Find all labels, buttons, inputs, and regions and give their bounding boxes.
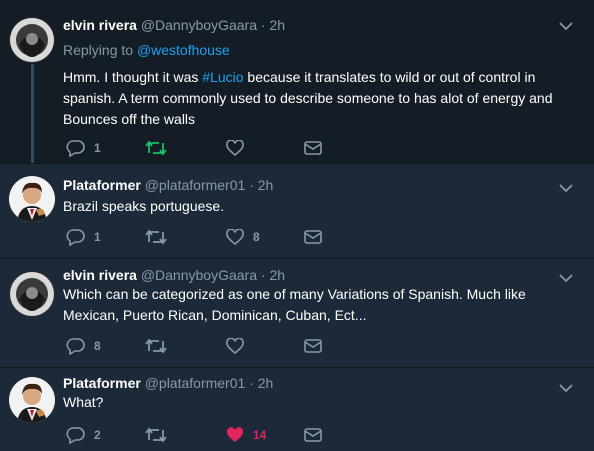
- like-icon: [226, 337, 244, 354]
- reply-button[interactable]: 8: [66, 336, 101, 356]
- like-button[interactable]: 14: [226, 425, 266, 445]
- timestamp[interactable]: 2h: [258, 177, 274, 193]
- message-button[interactable]: [304, 336, 322, 356]
- like-button[interactable]: [226, 336, 253, 356]
- separator: ·: [249, 177, 254, 193]
- tweet-header: Plataformer @plataformer01 · 2h: [63, 176, 273, 194]
- tweet-3[interactable]: elvin rivera @DannyboyGaara · 2h Which c…: [0, 259, 594, 367]
- reply-icon: [66, 427, 85, 444]
- retweet-icon: [145, 338, 167, 354]
- like-icon: [226, 426, 244, 442]
- author-handle[interactable]: @DannyboyGaara: [141, 17, 257, 33]
- avatar[interactable]: [9, 176, 55, 222]
- tweet-header: Plataformer @plataformer01 · 2h: [63, 374, 273, 392]
- reply-icon: [66, 140, 85, 157]
- tweet-actions: 1: [63, 138, 343, 158]
- timestamp[interactable]: 2h: [258, 375, 274, 391]
- thread-line: [31, 64, 34, 163]
- like-button[interactable]: 8: [226, 227, 260, 247]
- avatar[interactable]: [9, 377, 55, 423]
- retweet-button[interactable]: [145, 425, 176, 445]
- timestamp[interactable]: 2h: [269, 267, 285, 283]
- reply-count: 8: [94, 339, 101, 353]
- tweet-2[interactable]: Plataformer @plataformer01 · 2h Brazil s…: [0, 164, 594, 258]
- message-icon: [304, 339, 322, 353]
- reply-count: 1: [94, 230, 101, 244]
- message-button[interactable]: [304, 425, 322, 445]
- replying-to-label: Replying to: [63, 42, 134, 58]
- tweet-4[interactable]: Plataformer @plataformer01 · 2h What? 2 …: [0, 368, 594, 451]
- reply-button[interactable]: 1: [66, 138, 101, 158]
- tweet-1[interactable]: elvin rivera @DannyboyGaara · 2h Replyin…: [0, 0, 594, 163]
- avatar[interactable]: [9, 17, 55, 63]
- tweet-actions: 2 14: [63, 425, 343, 445]
- chevron-down-icon[interactable]: [559, 18, 573, 36]
- reply-count: 2: [94, 428, 101, 442]
- author-handle[interactable]: @plataformer01: [145, 375, 246, 391]
- separator: ·: [249, 375, 254, 391]
- author-name[interactable]: Plataformer: [63, 375, 141, 391]
- reply-button[interactable]: 2: [66, 425, 101, 445]
- reply-button[interactable]: 1: [66, 227, 101, 247]
- replying-to: Replying to @westofhouse: [63, 42, 230, 58]
- retweet-icon: [145, 140, 167, 156]
- retweet-button[interactable]: [145, 227, 176, 247]
- author-handle[interactable]: @DannyboyGaara: [141, 267, 257, 283]
- like-icon: [226, 139, 244, 156]
- author-name[interactable]: elvin rivera: [63, 267, 137, 283]
- author-handle[interactable]: @plataformer01: [145, 177, 246, 193]
- reply-icon: [66, 229, 85, 246]
- retweet-icon: [145, 427, 167, 443]
- like-button[interactable]: [226, 138, 253, 158]
- tweet-text: Brazil speaks portuguese.: [63, 198, 225, 214]
- tweet-header: elvin rivera @DannyboyGaara · 2h: [63, 266, 285, 284]
- like-icon: [226, 228, 244, 245]
- tweet-text: What?: [63, 394, 104, 410]
- like-count: 8: [253, 230, 260, 244]
- retweet-button[interactable]: [145, 336, 176, 356]
- separator: ·: [260, 267, 266, 283]
- message-icon: [304, 428, 322, 442]
- message-icon: [304, 230, 322, 244]
- tweet-actions: 1 8: [63, 227, 343, 247]
- like-count: 14: [253, 428, 267, 442]
- retweet-button[interactable]: [145, 138, 176, 158]
- message-button[interactable]: [304, 227, 322, 247]
- tweet-header: elvin rivera @DannyboyGaara · 2h: [63, 16, 285, 34]
- retweet-icon: [145, 229, 167, 245]
- separator: ·: [260, 17, 266, 33]
- author-name[interactable]: Plataformer: [63, 177, 141, 193]
- message-button[interactable]: [304, 138, 322, 158]
- author-name[interactable]: elvin rivera: [63, 17, 137, 33]
- message-icon: [304, 141, 322, 155]
- mention-link[interactable]: @westofhouse: [137, 42, 230, 58]
- tweet-text: Hmm. I thought it was #Lucio because it …: [63, 67, 573, 130]
- tweet-text-part: Hmm. I thought it was: [63, 69, 203, 85]
- reply-count: 1: [94, 141, 101, 155]
- avatar[interactable]: [9, 271, 55, 317]
- tweet-text: Which can be categorized as one of many …: [63, 286, 526, 323]
- reply-icon: [66, 338, 85, 355]
- hashtag-link[interactable]: #Lucio: [202, 69, 243, 85]
- timestamp[interactable]: 2h: [269, 17, 285, 33]
- tweet-actions: 8: [63, 336, 343, 356]
